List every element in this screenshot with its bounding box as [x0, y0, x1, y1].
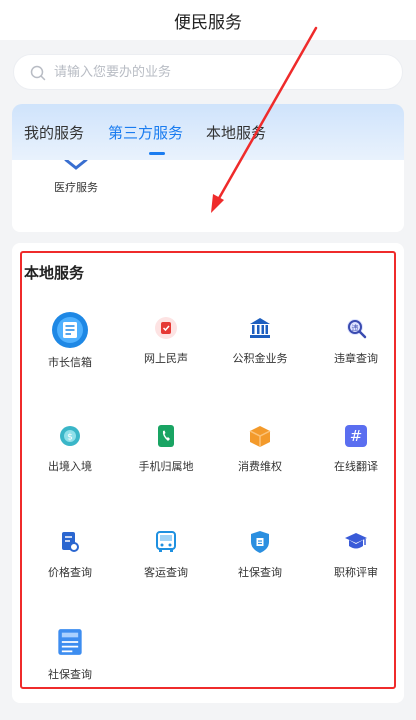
service-tabs: 我的服务 第三方服务 本地服务: [12, 104, 404, 160]
translate-icon: #: [345, 425, 367, 447]
voice-icon: [155, 317, 177, 339]
service-title-review[interactable]: 职称评审: [316, 530, 396, 606]
service-label: 公积金业务: [232, 352, 288, 365]
tab-third-party-services[interactable]: 第三方服务: [108, 122, 183, 143]
tab-active-indicator: [149, 152, 165, 155]
service-online-translate[interactable]: # 在线翻译: [316, 424, 396, 500]
consumer-box-icon: [249, 426, 271, 447]
third-party-card: 医疗服务: [12, 160, 404, 232]
search-input[interactable]: [54, 55, 384, 89]
service-label-medical[interactable]: 医疗服务: [46, 179, 106, 195]
bank-icon: [250, 318, 270, 338]
service-label: 手机归属地: [138, 460, 194, 473]
search-box[interactable]: [13, 54, 403, 90]
service-entry-exit[interactable]: $ 出境入境: [30, 424, 110, 500]
service-price-search[interactable]: 价格查询: [30, 530, 110, 606]
phone-icon: [158, 425, 174, 447]
graduation-cap-icon: [345, 533, 367, 549]
service-label: 客运查询: [144, 566, 188, 579]
svg-text:$: $: [67, 433, 73, 443]
service-label: 网上民声: [144, 352, 188, 365]
service-label: 职称评审: [334, 566, 378, 579]
service-label: 消费维权: [238, 460, 282, 473]
bus-icon: [156, 531, 176, 552]
social-security-shield-icon: [251, 531, 269, 553]
service-phone-location[interactable]: 手机归属地: [126, 424, 206, 500]
service-label: 出境入境: [48, 460, 92, 473]
service-housing-fund[interactable]: 公积金业务: [220, 316, 300, 392]
service-mayor-mailbox[interactable]: 市长信箱: [30, 312, 110, 396]
service-passenger-transport[interactable]: 客运查询: [126, 530, 206, 606]
medical-icon[interactable]: [64, 160, 88, 170]
service-violation-search[interactable]: 违 违章查询: [316, 316, 396, 392]
tab-my-services[interactable]: 我的服务: [24, 122, 84, 143]
page-title: 便民服务: [174, 13, 242, 33]
violation-search-icon: 违: [347, 319, 367, 339]
service-label: 社保查询: [238, 566, 282, 579]
section-title-local: 本地服务: [24, 264, 85, 282]
tab-local-services[interactable]: 本地服务: [206, 122, 266, 143]
price-search-icon: [62, 532, 79, 552]
service-social-security-query[interactable]: 社保查询: [220, 530, 300, 606]
service-online-voice[interactable]: 网上民声: [126, 316, 206, 392]
social-security-doc-icon: [58, 629, 82, 655]
svg-text:违: 违: [352, 324, 359, 332]
service-label: 社保查询: [48, 668, 92, 681]
service-label: 在线翻译: [334, 460, 378, 473]
mailbox-icon: [52, 312, 88, 348]
service-social-security-query-2[interactable]: 社保查询: [30, 629, 110, 708]
svg-text:#: #: [350, 427, 363, 445]
search-icon: [30, 65, 46, 81]
service-label: 市长信箱: [48, 356, 92, 369]
service-label: 违章查询: [334, 352, 378, 365]
service-label: 价格查询: [48, 566, 92, 579]
service-consumer-rights[interactable]: 消费维权: [220, 424, 300, 500]
passport-icon: $: [60, 426, 80, 446]
header-bar: 便民服务: [0, 0, 416, 40]
